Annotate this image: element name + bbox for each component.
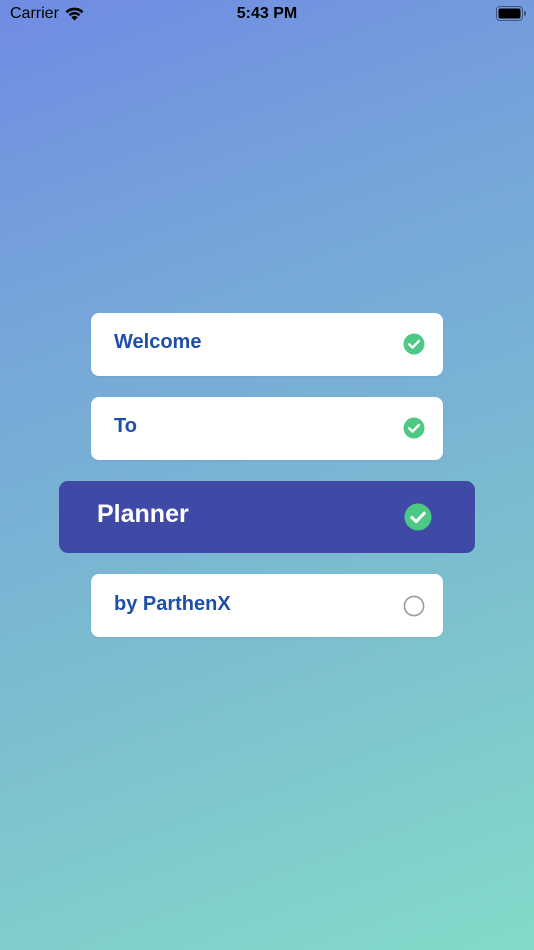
empty-circle-icon[interactable] [403,595,425,617]
task-label: Planner [97,500,189,528]
task-item-by-parthenx[interactable]: by ParthenX [91,574,443,637]
task-label: To [114,415,137,437]
task-label: Welcome [114,331,202,353]
checkmark-circle-icon[interactable] [403,417,425,439]
task-item-planner-selected[interactable]: Planner [59,481,475,553]
task-item-to[interactable]: To [91,397,443,460]
task-item-welcome[interactable]: Welcome [91,313,443,376]
battery-icon [496,6,526,21]
clock-time: 5:43 PM [236,5,298,22]
status-bar: Carrier 5:43 PM [0,0,534,28]
checkmark-circle-icon[interactable] [403,333,425,355]
checkmark-circle-icon[interactable] [404,503,432,531]
task-label: by ParthenX [114,593,231,615]
